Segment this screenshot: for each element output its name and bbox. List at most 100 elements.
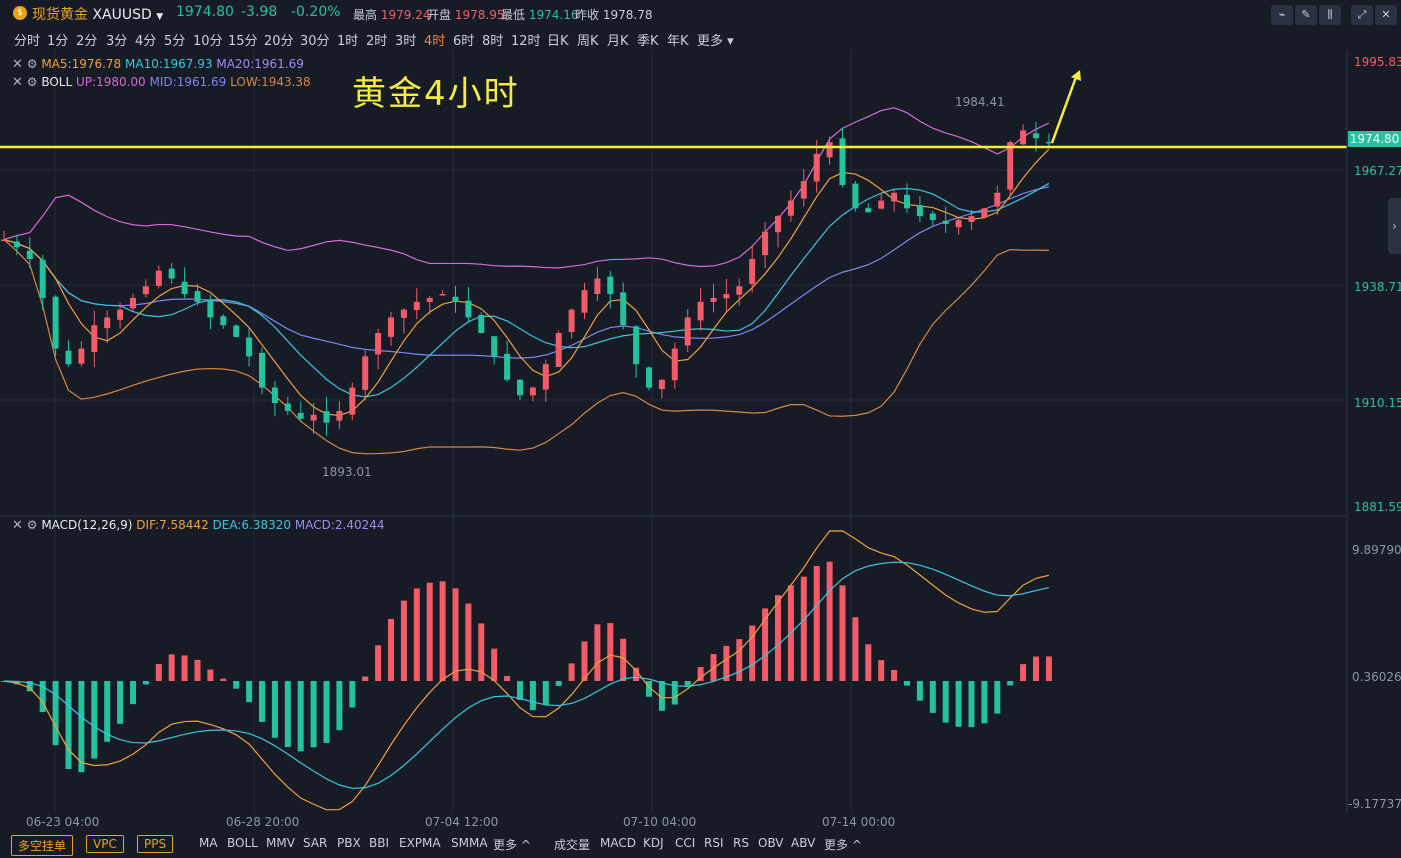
indicator-sub-8[interactable]: 更多 ^ <box>824 836 862 853</box>
candle-body <box>1007 142 1014 190</box>
chart-annotation: 黄金4小时 <box>352 74 520 114</box>
indicator-sub-7[interactable]: ABV <box>791 836 815 850</box>
candle-body <box>581 290 588 313</box>
candle-body <box>775 216 781 233</box>
interval-2[interactable]: 2分 <box>76 30 97 49</box>
candle-body <box>78 348 85 364</box>
interval-3[interactable]: 3分 <box>106 30 127 49</box>
candle-body <box>929 213 936 221</box>
candle-body <box>594 278 601 294</box>
close-icon[interactable]: ✕ <box>12 518 23 533</box>
macd-dea: DEA:6.38320 <box>212 518 292 532</box>
macd-axis-label: 9.89790 <box>1352 543 1401 557</box>
interval-10[interactable]: 1时 <box>337 30 358 49</box>
macd-bar <box>775 595 781 681</box>
macd-bar <box>400 600 407 681</box>
candle-body <box>568 309 575 333</box>
candle-body <box>194 291 201 302</box>
indicator-main-5[interactable]: BBI <box>369 836 389 850</box>
indicator-sub-2[interactable]: KDJ <box>643 836 664 850</box>
interval-12[interactable]: 3时 <box>395 30 416 49</box>
indicator-main-4[interactable]: PBX <box>337 836 361 850</box>
candle-body <box>52 296 59 349</box>
candle-body <box>413 301 420 310</box>
indicator-main-8[interactable]: 更多 ^ <box>493 836 531 853</box>
interval-4[interactable]: 4分 <box>135 30 156 49</box>
candle-body <box>542 364 549 390</box>
interval-15[interactable]: 8时 <box>482 30 503 49</box>
candle-body <box>349 387 356 415</box>
macd-bar <box>349 681 356 708</box>
interval-18[interactable]: 周K <box>577 30 599 49</box>
indicator-sub-5[interactable]: RS <box>733 836 749 850</box>
interval-14[interactable]: 6时 <box>453 30 474 49</box>
interval-21[interactable]: 年K <box>667 30 689 49</box>
interval-1[interactable]: 1分 <box>47 30 68 49</box>
macd-bar <box>323 681 330 743</box>
pps-tag[interactable]: PPS <box>137 835 174 853</box>
indicator-main-3[interactable]: SAR <box>303 836 327 850</box>
indicator-main-6[interactable]: EXPMA <box>399 836 441 850</box>
interval-17[interactable]: 日K <box>547 30 569 49</box>
macd-bar <box>994 681 1001 714</box>
chart-canvas[interactable] <box>0 0 1401 858</box>
candle-body <box>813 153 820 182</box>
time-label: 06-28 20:00 <box>226 815 300 829</box>
vpc-tag[interactable]: VPC <box>86 835 124 853</box>
macd-axis-label: 0.36026 <box>1352 670 1401 684</box>
interval-8[interactable]: 20分 <box>264 30 294 49</box>
interval-6[interactable]: 10分 <box>193 30 223 49</box>
settings-icon[interactable]: ⚙ <box>27 75 38 89</box>
candle-body <box>852 183 859 209</box>
macd-bar <box>916 681 923 701</box>
macd-bar <box>207 669 214 681</box>
indicator-main-7[interactable]: SMMA <box>451 836 488 850</box>
macd-bar <box>1045 656 1052 681</box>
candle-body <box>439 294 446 296</box>
macd-dif: DIF:7.58442 <box>136 518 209 532</box>
indicator-sub-3[interactable]: CCI <box>675 836 695 850</box>
macd-bar <box>91 681 98 759</box>
candle-body <box>607 276 614 295</box>
interval-13[interactable]: 4时 <box>424 30 445 49</box>
indicator-sub-6[interactable]: OBV <box>758 836 784 850</box>
macd-bar <box>839 585 846 681</box>
close-icon[interactable]: ✕ <box>12 57 23 72</box>
interval-9[interactable]: 30分 <box>300 30 330 49</box>
interval-20[interactable]: 季K <box>637 30 659 49</box>
macd-bar <box>439 581 446 681</box>
macd-bar <box>800 576 807 681</box>
candle-body <box>762 231 769 256</box>
settings-icon[interactable]: ⚙ <box>27 518 38 532</box>
indicator-main-2[interactable]: MMV <box>266 836 295 850</box>
indicator-sub-0[interactable]: 成交量 <box>554 836 590 853</box>
chevron-right-icon[interactable]: › <box>1388 198 1401 254</box>
candle-body <box>891 192 898 202</box>
macd-bar <box>246 681 253 703</box>
close-icon[interactable]: ✕ <box>12 75 23 90</box>
interval-22[interactable]: 更多 ▾ <box>697 30 734 49</box>
candle-body <box>246 337 253 357</box>
interval-7[interactable]: 15分 <box>228 30 258 49</box>
macd-bar <box>52 681 59 746</box>
axis-label: 1938.71 <box>1354 280 1401 294</box>
interval-11[interactable]: 2时 <box>366 30 387 49</box>
candle-body <box>452 296 459 302</box>
macd-bar <box>413 588 420 681</box>
macd-bar <box>813 565 820 681</box>
candle-body <box>787 200 794 216</box>
interval-16[interactable]: 12时 <box>511 30 541 49</box>
settings-icon[interactable]: ⚙ <box>27 57 38 71</box>
indicator-sub-4[interactable]: RSI <box>704 836 724 850</box>
macd-bar <box>517 681 523 700</box>
indicator-sub-1[interactable]: MACD <box>600 836 636 850</box>
indicator-main-0[interactable]: MA <box>199 836 218 850</box>
candle-body <box>310 414 317 421</box>
long-short-orders-tag[interactable]: 多空挂单 <box>11 835 74 856</box>
interval-5[interactable]: 5分 <box>164 30 185 49</box>
indicator-main-1[interactable]: BOLL <box>227 836 258 850</box>
interval-0[interactable]: 分时 <box>14 30 40 49</box>
interval-19[interactable]: 月K <box>607 30 629 49</box>
candle-body <box>142 286 149 295</box>
candle-body <box>155 270 162 286</box>
